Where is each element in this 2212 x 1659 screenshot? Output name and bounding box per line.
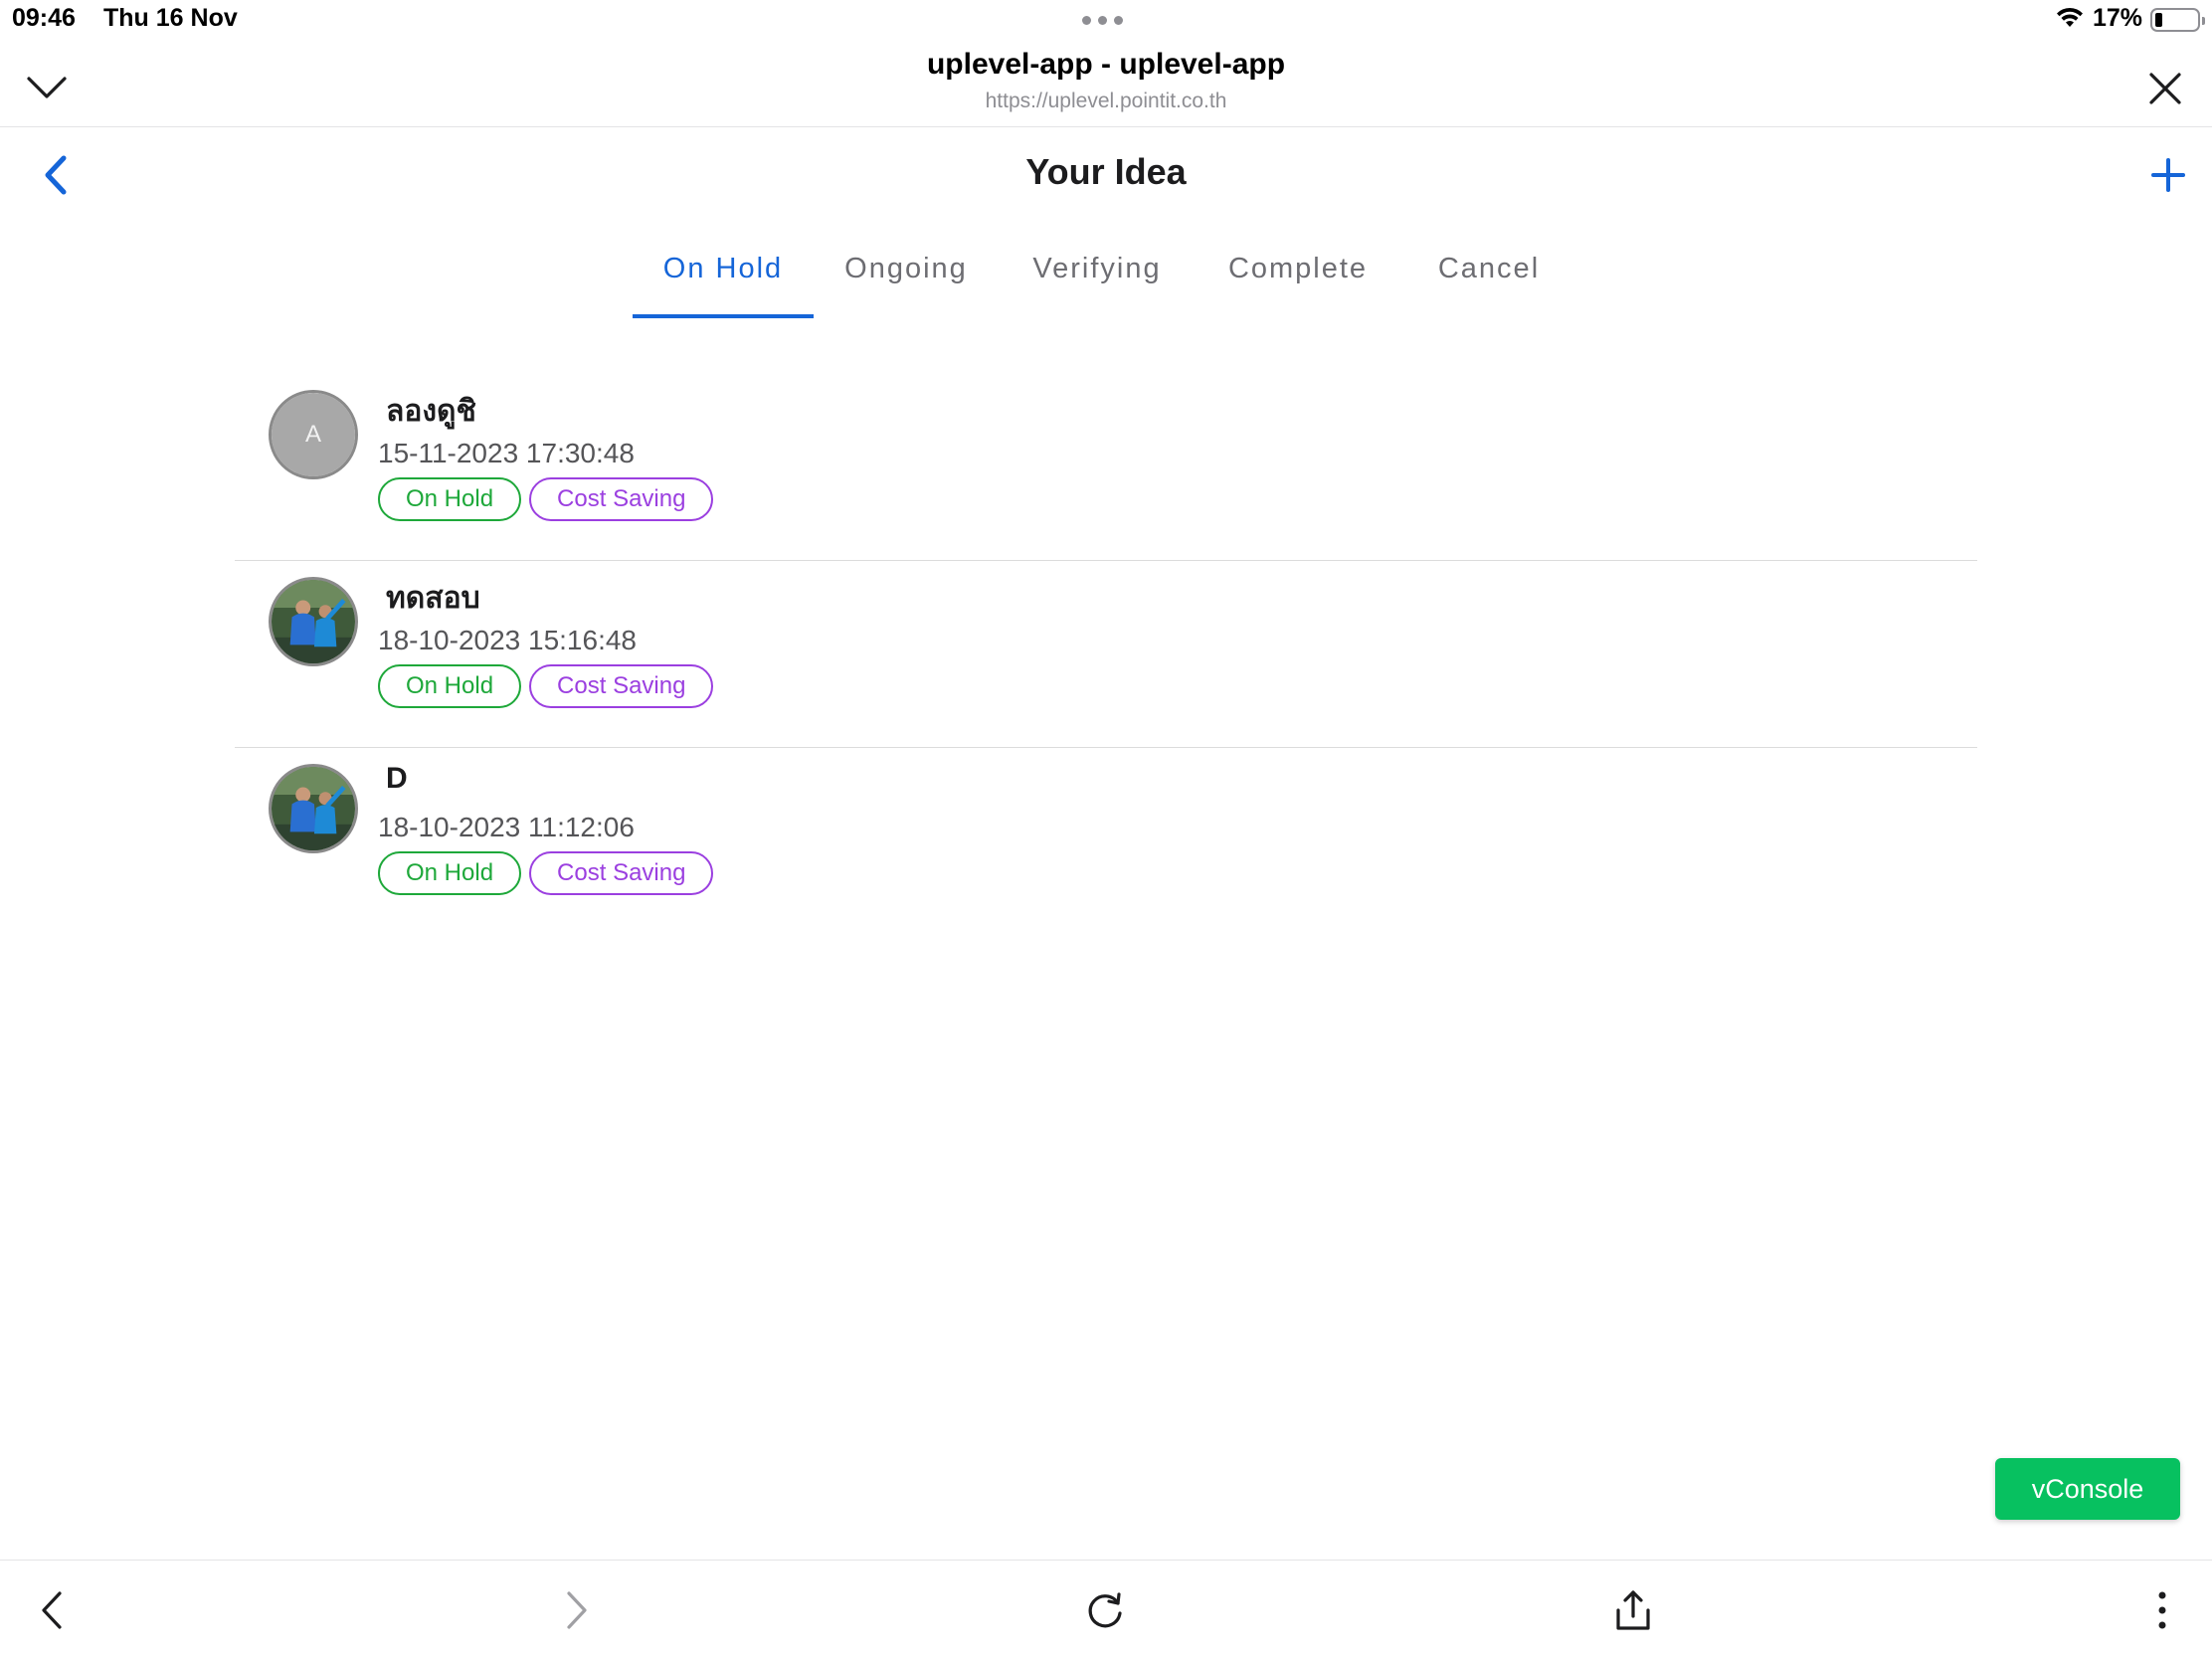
status-badge: On Hold [378,477,522,521]
browser-url: https://uplevel.pointit.co.th [985,90,1227,112]
tab-complete[interactable]: Complete [1221,253,1375,285]
status-bar: 09:46 Thu 16 Nov 17% [0,0,2212,40]
category-badge: Cost Saving [529,477,714,521]
status-tabs: On Hold Ongoing Verifying Complete Cance… [0,235,2212,320]
idea-tags: On Hold Cost Saving [378,851,714,895]
active-tab-indicator [633,314,814,318]
multitasking-dots-icon[interactable] [1082,16,1123,25]
add-plus-icon[interactable] [2146,153,2190,197]
idea-list: A ลองดูชิ 15-11-2023 17:30:48 On Hold Co… [235,374,1977,935]
idea-name: ลองดูชิ [386,395,476,428]
category-badge: Cost Saving [529,851,714,895]
browser-header: uplevel-app - uplevel-app https://upleve… [0,40,2212,127]
idea-date: 15-11-2023 17:30:48 [378,438,635,468]
page-title: Your Idea [1025,151,1187,192]
app-screen: 09:46 Thu 16 Nov 17% uplevel-app - uplev… [0,0,2212,1659]
avatar: A [269,390,358,479]
vconsole-button[interactable]: vConsole [1995,1458,2180,1520]
idea-list-item[interactable]: A ลองดูชิ 15-11-2023 17:30:48 On Hold Co… [235,374,1977,561]
status-badge: On Hold [378,851,522,895]
idea-list-item[interactable]: D 18-10-2023 11:12:06 On Hold Cost Savin… [235,748,1977,935]
status-badge: On Hold [378,664,522,708]
tab-on-hold[interactable]: On Hold [633,253,814,285]
close-icon[interactable] [2140,64,2190,113]
idea-date: 18-10-2023 11:12:06 [378,812,635,842]
idea-list-item[interactable]: ทดสอบ 18-10-2023 15:16:48 On Hold Cost S… [235,561,1977,748]
tab-ongoing[interactable]: Ongoing [831,253,981,285]
avatar [269,764,358,853]
avatar [269,577,358,666]
status-time: 09:46 [12,4,76,32]
idea-name: D [386,762,408,795]
avatar-letter: A [272,393,355,476]
reload-icon[interactable] [1076,1580,1136,1640]
app-nav-bar: Your Idea [0,129,2212,219]
category-badge: Cost Saving [529,664,714,708]
wifi-icon [2055,6,2085,35]
browser-back-chevron-left-icon[interactable] [22,1580,82,1640]
battery-icon [2150,8,2205,32]
browser-title: uplevel-app - uplevel-app [926,48,1286,81]
status-date: Thu 16 Nov [103,4,238,32]
tab-cancel[interactable]: Cancel [1422,253,1556,285]
tab-verifying[interactable]: Verifying [1020,253,1174,285]
browser-toolbar [0,1560,2212,1659]
idea-tags: On Hold Cost Saving [378,477,714,521]
avatar-photo-image [272,767,355,850]
idea-name: ทดสอบ [386,582,480,615]
battery-percentage: 17% [2093,4,2143,32]
avatar-photo-image [272,580,355,663]
more-vertical-icon[interactable] [2132,1580,2192,1640]
idea-tags: On Hold Cost Saving [378,664,714,708]
share-icon[interactable] [1603,1580,1663,1640]
idea-date: 18-10-2023 15:16:48 [378,625,637,655]
browser-forward-chevron-right-icon[interactable] [547,1580,607,1640]
